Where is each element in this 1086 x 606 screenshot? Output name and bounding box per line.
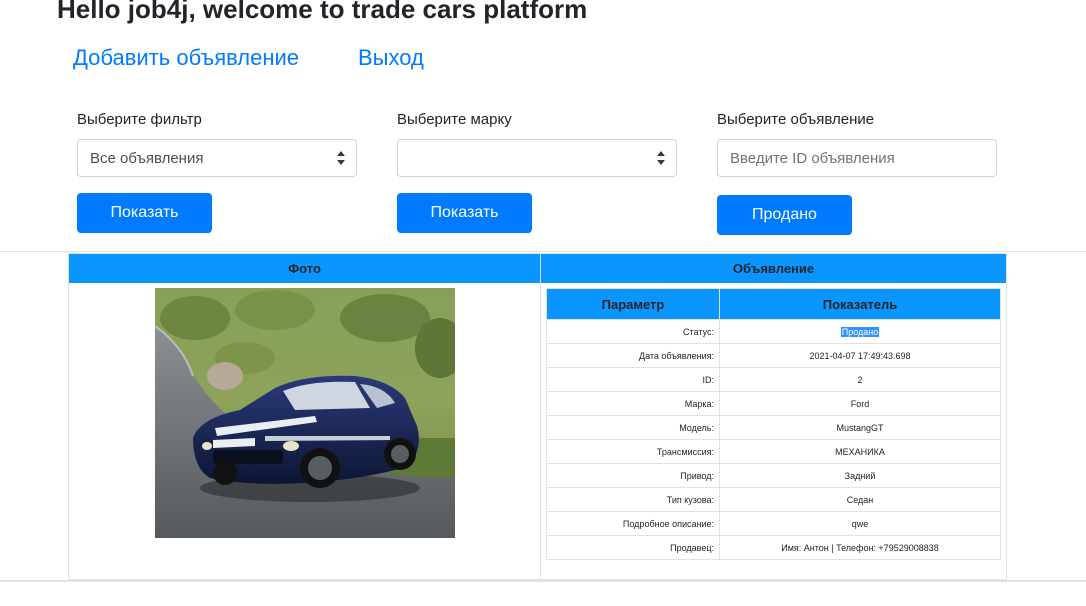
select-arrows-icon <box>656 149 666 167</box>
table-row: Марка: Ford <box>546 391 1001 416</box>
row-value: Задний <box>719 463 1001 488</box>
details-table: Параметр Показатель Статус: Продано Дата… <box>546 288 1001 560</box>
status-value: Продано <box>840 326 880 337</box>
filter-select-value: Все объявления <box>90 150 204 167</box>
logout-link[interactable]: Выход <box>358 45 424 71</box>
table-row: Модель: MustangGT <box>546 415 1001 440</box>
photo-column-header: Фото <box>69 254 541 283</box>
row-param: Дата объявления: <box>546 343 720 368</box>
param-header: Параметр <box>546 288 720 320</box>
row-value: 2021-04-07 17:49:43.698 <box>719 343 1001 368</box>
table-row: Подробное описание: qwe <box>546 511 1001 536</box>
ad-column-header: Объявление <box>541 254 1006 283</box>
filter-select[interactable]: Все объявления <box>77 139 357 177</box>
table-row: Привод: Задний <box>546 463 1001 488</box>
show-brand-button[interactable]: Показать <box>397 193 532 233</box>
row-param: Тип кузова: <box>546 487 720 512</box>
table-row: ID: 2 <box>546 367 1001 392</box>
show-filter-button[interactable]: Показать <box>77 193 212 233</box>
filter-label: Выберите фильтр <box>77 111 202 128</box>
select-arrows-icon <box>336 149 346 167</box>
row-param: Привод: <box>546 463 720 488</box>
table-row: Продавец: Имя: Антон | Телефон: +7952900… <box>546 535 1001 560</box>
row-value: Имя: Антон | Телефон: +79529008838 <box>719 535 1001 560</box>
ad-id-input[interactable] <box>717 139 997 177</box>
row-value: Седан <box>719 487 1001 512</box>
divider <box>0 251 1086 252</box>
row-param: Статус: <box>546 319 720 344</box>
row-value: МЕХАНИКА <box>719 439 1001 464</box>
row-value: qwe <box>719 511 1001 536</box>
brand-label: Выберите марку <box>397 111 512 128</box>
column-divider <box>540 283 541 579</box>
row-param: Продавец: <box>546 535 720 560</box>
brand-select[interactable] <box>397 139 677 177</box>
bottom-divider <box>0 580 1086 582</box>
table-row: Тип кузова: Седан <box>546 487 1001 512</box>
row-value: 2 <box>719 367 1001 392</box>
row-param: Марка: <box>546 391 720 416</box>
row-value: Продано <box>719 319 1001 344</box>
sold-button[interactable]: Продано <box>717 195 852 235</box>
row-param: Трансмиссия: <box>546 439 720 464</box>
car-photo <box>155 288 455 538</box>
listing-table: Фото Объявление Параметр Показатель Стат… <box>68 253 1007 580</box>
page-title: Hello job4j, welcome to trade cars platf… <box>57 0 588 24</box>
table-row: Трансмиссия: МЕХАНИКА <box>546 439 1001 464</box>
row-value: Ford <box>719 391 1001 416</box>
row-param: Подробное описание: <box>546 511 720 536</box>
row-value: MustangGT <box>719 415 1001 440</box>
row-param: Модель: <box>546 415 720 440</box>
table-row: Дата объявления: 2021-04-07 17:49:43.698 <box>546 343 1001 368</box>
table-row: Статус: Продано <box>546 319 1001 344</box>
ad-label: Выберите объявление <box>717 111 875 128</box>
value-header: Показатель <box>719 288 1001 320</box>
add-ad-link[interactable]: Добавить объявление <box>73 45 299 71</box>
row-param: ID: <box>546 367 720 392</box>
